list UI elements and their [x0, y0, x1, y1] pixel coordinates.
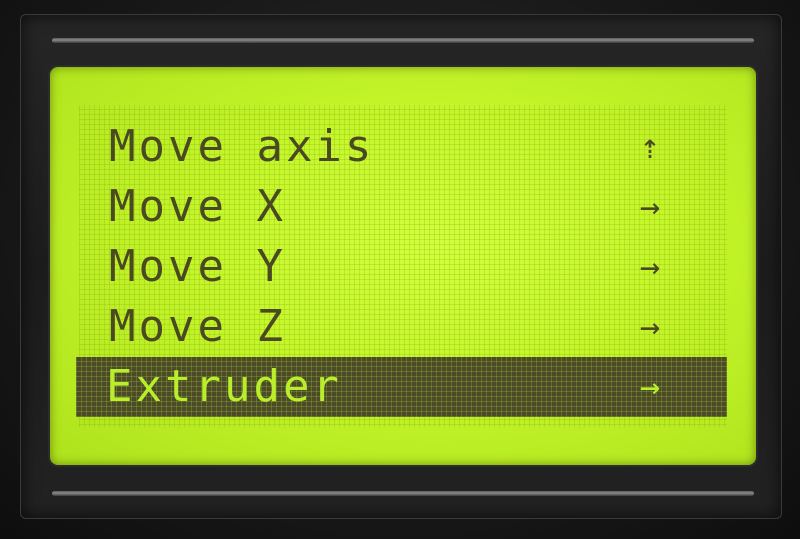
right-arrow-icon: → [639, 187, 661, 227]
right-arrow-icon: → [639, 307, 661, 347]
menu-item-move-z[interactable]: Move Z → [79, 297, 727, 357]
menu-item-label: Move Y [109, 241, 286, 292]
menu-item-label: Move X [109, 181, 286, 232]
frame-ridge-top [52, 38, 754, 43]
menu-item-label: Move axis [109, 121, 375, 172]
device-bezel: Move axis ⇡ Move X → Move Y → Move Z → E… [0, 0, 800, 539]
menu-item-move-x[interactable]: Move X → [79, 177, 727, 237]
menu-item-move-y[interactable]: Move Y → [79, 237, 727, 297]
lcd-screen: Move axis ⇡ Move X → Move Y → Move Z → E… [50, 67, 756, 465]
menu-item-label: Extruder [106, 361, 342, 412]
menu-item-label: Move Z [109, 301, 286, 352]
frame-ridge-bottom [52, 491, 754, 496]
right-arrow-icon: → [639, 367, 661, 407]
menu-item-extruder[interactable]: Extruder → [76, 357, 727, 417]
menu-item-move-axis[interactable]: Move axis ⇡ [79, 117, 727, 177]
right-arrow-icon: → [639, 247, 661, 287]
lcd-menu: Move axis ⇡ Move X → Move Y → Move Z → E… [76, 117, 727, 417]
up-arrow-icon: ⇡ [639, 127, 661, 167]
